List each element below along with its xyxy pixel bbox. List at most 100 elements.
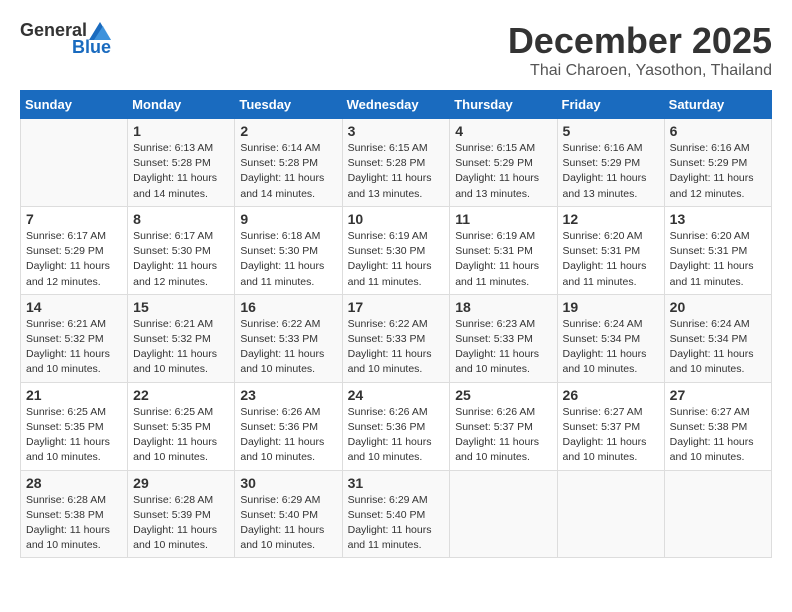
day-info: Sunrise: 6:17 AMSunset: 5:29 PMDaylight:… [26,229,122,290]
calendar-week-5: 28 Sunrise: 6:28 AMSunset: 5:38 PMDayligh… [21,470,772,558]
day-number: 28 [26,475,122,491]
page-header: General Blue December 2025 Thai Charoen,… [20,20,772,80]
header-wednesday: Wednesday [342,91,450,119]
calendar-cell: 15 Sunrise: 6:21 AMSunset: 5:32 PMDayligh… [128,294,235,382]
day-info: Sunrise: 6:13 AMSunset: 5:28 PMDaylight:… [133,141,229,202]
calendar-cell: 17Sunrise: 6:22 AMSunset: 5:33 PMDayligh… [342,294,450,382]
day-number: 7 [26,211,122,227]
day-number: 2 [240,123,336,139]
day-number: 27 [670,387,766,403]
calendar-cell: 1 Sunrise: 6:13 AMSunset: 5:28 PMDaylight… [128,119,235,207]
day-info: Sunrise: 6:26 AMSunset: 5:36 PMDaylight:… [240,405,336,466]
calendar-cell: 11 Sunrise: 6:19 AMSunset: 5:31 PMDayligh… [450,206,557,294]
day-info: Sunrise: 6:21 AMSunset: 5:32 PMDaylight:… [133,317,229,378]
day-number: 18 [455,299,551,315]
calendar-cell: 3 Sunrise: 6:15 AMSunset: 5:28 PMDaylight… [342,119,450,207]
day-info: Sunrise: 6:27 AMSunset: 5:37 PMDaylight:… [563,405,659,466]
day-number: 17 [348,299,445,315]
day-number: 14 [26,299,122,315]
location-title: Thai Charoen, Yasothon, Thailand [508,62,772,80]
header-tuesday: Tuesday [235,91,342,119]
calendar-cell: 31 Sunrise: 6:29 AMSunset: 5:40 PMDayligh… [342,470,450,558]
header-monday: Monday [128,91,235,119]
calendar-cell: 22 Sunrise: 6:25 AMSunset: 5:35 PMDayligh… [128,382,235,470]
day-info: Sunrise: 6:17 AMSunset: 5:30 PMDaylight:… [133,229,229,290]
calendar-cell: 5Sunrise: 6:16 AMSunset: 5:29 PMDaylight… [557,119,664,207]
day-info: Sunrise: 6:29 AMSunset: 5:40 PMDaylight:… [240,493,336,554]
calendar-cell: 10Sunrise: 6:19 AMSunset: 5:30 PMDayligh… [342,206,450,294]
day-info: Sunrise: 6:28 AMSunset: 5:39 PMDaylight:… [133,493,229,554]
logo-blue: Blue [72,37,111,58]
calendar-cell: 8 Sunrise: 6:17 AMSunset: 5:30 PMDaylight… [128,206,235,294]
day-info: Sunrise: 6:16 AMSunset: 5:29 PMDaylight:… [670,141,766,202]
calendar-cell [21,119,128,207]
day-info: Sunrise: 6:18 AMSunset: 5:30 PMDaylight:… [240,229,336,290]
calendar-cell: 27 Sunrise: 6:27 AMSunset: 5:38 PMDayligh… [664,382,771,470]
calendar-cell: 29 Sunrise: 6:28 AMSunset: 5:39 PMDayligh… [128,470,235,558]
calendar-cell: 4 Sunrise: 6:15 AMSunset: 5:29 PMDaylight… [450,119,557,207]
day-number: 1 [133,123,229,139]
day-info: Sunrise: 6:25 AMSunset: 5:35 PMDaylight:… [133,405,229,466]
day-number: 9 [240,211,336,227]
calendar-week-4: 21 Sunrise: 6:25 AMSunset: 5:35 PMDayligh… [21,382,772,470]
day-number: 15 [133,299,229,315]
day-number: 31 [348,475,445,491]
calendar-cell [557,470,664,558]
calendar-cell: 13 Sunrise: 6:20 AMSunset: 5:31 PMDayligh… [664,206,771,294]
day-info: Sunrise: 6:28 AMSunset: 5:38 PMDaylight:… [26,493,122,554]
day-number: 29 [133,475,229,491]
day-info: Sunrise: 6:21 AMSunset: 5:32 PMDaylight:… [26,317,122,378]
day-number: 10 [348,211,445,227]
day-info: Sunrise: 6:20 AMSunset: 5:31 PMDaylight:… [563,229,659,290]
day-number: 23 [240,387,336,403]
calendar-cell: 14 Sunrise: 6:21 AMSunset: 5:32 PMDayligh… [21,294,128,382]
day-number: 20 [670,299,766,315]
day-info: Sunrise: 6:15 AMSunset: 5:28 PMDaylight:… [348,141,445,202]
calendar-cell: 23 Sunrise: 6:26 AMSunset: 5:36 PMDayligh… [235,382,342,470]
day-info: Sunrise: 6:27 AMSunset: 5:38 PMDaylight:… [670,405,766,466]
header-saturday: Saturday [664,91,771,119]
header-friday: Friday [557,91,664,119]
calendar-cell: 26 Sunrise: 6:27 AMSunset: 5:37 PMDayligh… [557,382,664,470]
day-number: 12 [563,211,659,227]
day-info: Sunrise: 6:23 AMSunset: 5:33 PMDaylight:… [455,317,551,378]
calendar-cell: 25Sunrise: 6:26 AMSunset: 5:37 PMDayligh… [450,382,557,470]
calendar-cell: 20Sunrise: 6:24 AMSunset: 5:34 PMDayligh… [664,294,771,382]
day-number: 13 [670,211,766,227]
day-number: 11 [455,211,551,227]
calendar-cell: 18 Sunrise: 6:23 AMSunset: 5:33 PMDayligh… [450,294,557,382]
calendar-week-3: 14 Sunrise: 6:21 AMSunset: 5:32 PMDayligh… [21,294,772,382]
calendar-cell: 19 Sunrise: 6:24 AMSunset: 5:34 PMDayligh… [557,294,664,382]
day-number: 21 [26,387,122,403]
calendar-table: Sunday Monday Tuesday Wednesday Thursday… [20,90,772,558]
calendar-cell: 12 Sunrise: 6:20 AMSunset: 5:31 PMDayligh… [557,206,664,294]
day-info: Sunrise: 6:25 AMSunset: 5:35 PMDaylight:… [26,405,122,466]
day-number: 22 [133,387,229,403]
day-number: 4 [455,123,551,139]
day-number: 24 [348,387,445,403]
day-number: 19 [563,299,659,315]
day-number: 30 [240,475,336,491]
day-info: Sunrise: 6:19 AMSunset: 5:31 PMDaylight:… [455,229,551,290]
day-number: 3 [348,123,445,139]
day-info: Sunrise: 6:29 AMSunset: 5:40 PMDaylight:… [348,493,445,554]
day-number: 6 [670,123,766,139]
day-info: Sunrise: 6:15 AMSunset: 5:29 PMDaylight:… [455,141,551,202]
day-number: 8 [133,211,229,227]
weekday-header-row: Sunday Monday Tuesday Wednesday Thursday… [21,91,772,119]
calendar-cell: 24Sunrise: 6:26 AMSunset: 5:36 PMDayligh… [342,382,450,470]
day-number: 25 [455,387,551,403]
calendar-cell: 9 Sunrise: 6:18 AMSunset: 5:30 PMDaylight… [235,206,342,294]
calendar-cell: 2Sunrise: 6:14 AMSunset: 5:28 PMDaylight… [235,119,342,207]
calendar-cell [664,470,771,558]
header-sunday: Sunday [21,91,128,119]
day-info: Sunrise: 6:22 AMSunset: 5:33 PMDaylight:… [240,317,336,378]
calendar-cell: 16Sunrise: 6:22 AMSunset: 5:33 PMDayligh… [235,294,342,382]
calendar-week-1: 1 Sunrise: 6:13 AMSunset: 5:28 PMDaylight… [21,119,772,207]
calendar-cell: 30 Sunrise: 6:29 AMSunset: 5:40 PMDayligh… [235,470,342,558]
calendar-cell [450,470,557,558]
day-number: 26 [563,387,659,403]
day-info: Sunrise: 6:24 AMSunset: 5:34 PMDaylight:… [563,317,659,378]
logo: General Blue [20,20,111,58]
day-info: Sunrise: 6:20 AMSunset: 5:31 PMDaylight:… [670,229,766,290]
